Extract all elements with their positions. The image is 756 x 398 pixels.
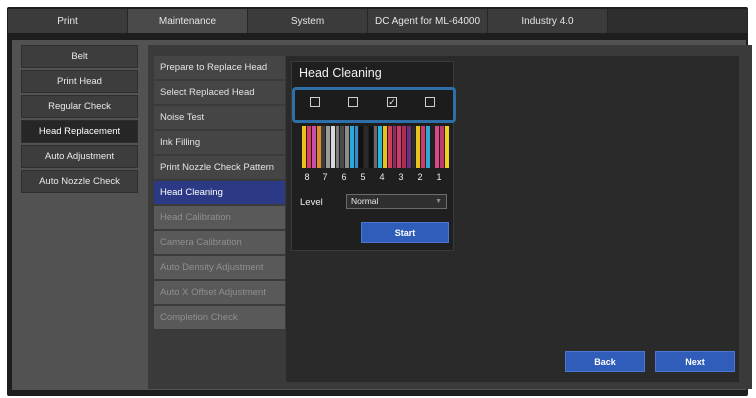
step-label: Camera Calibration	[160, 237, 242, 248]
head-number-7: 7	[322, 172, 328, 182]
left-menu: Belt Print Head Regular Check Head Repla…	[21, 45, 138, 195]
head-checkbox-3[interactable]: ✓	[387, 97, 397, 107]
menu-item-belt[interactable]: Belt	[21, 45, 138, 68]
head-checkbox-1[interactable]	[310, 97, 320, 107]
head-number-5: 5	[360, 172, 366, 182]
level-dropdown[interactable]: Normal ▼	[346, 194, 447, 209]
tab-label: Industry 4.0	[521, 15, 574, 27]
tab-print[interactable]: Print	[8, 9, 128, 33]
level-label: Level	[300, 197, 323, 208]
menu-item-auto-adjustment[interactable]: Auto Adjustment	[21, 145, 138, 168]
chevron-down-icon: ▼	[435, 198, 442, 205]
tab-label: Print	[57, 15, 78, 27]
menu-item-label: Regular Check	[48, 101, 111, 112]
step-label: Head Calibration	[160, 212, 231, 223]
back-button-label: Back	[594, 356, 616, 367]
menu-item-label: Auto Nozzle Check	[39, 176, 120, 187]
tab-bar-filler	[608, 9, 748, 33]
ink-color-bars	[301, 124, 449, 170]
step-auto-density-adjustment: Auto Density Adjustment	[154, 256, 285, 279]
step-noise-test[interactable]: Noise Test	[154, 106, 285, 129]
menu-item-label: Belt	[71, 51, 88, 62]
start-button[interactable]: Start	[361, 222, 449, 243]
step-completion-check: Completion Check	[154, 306, 285, 329]
step-auto-x-offset-adjustment: Auto X Offset Adjustment	[154, 281, 285, 304]
head-checkbox-2[interactable]	[348, 97, 358, 107]
back-button[interactable]: Back	[565, 351, 645, 372]
step-label: Prepare to Replace Head	[160, 62, 268, 73]
tab-label: DC Agent for ML-64000	[374, 15, 481, 27]
head-cleaning-title: Head Cleaning	[299, 66, 382, 80]
menu-item-regular-check[interactable]: Regular Check	[21, 95, 138, 118]
head-number-8: 8	[304, 172, 310, 182]
ink-bars-graphic	[301, 124, 449, 170]
start-button-label: Start	[394, 227, 416, 238]
step-label: Ink Filling	[160, 137, 201, 148]
step-prepare-to-replace-head[interactable]: Prepare to Replace Head	[154, 56, 285, 79]
step-camera-calibration: Camera Calibration	[154, 231, 285, 254]
head-number-3: 3	[398, 172, 404, 182]
step-label: Head Cleaning	[160, 187, 223, 198]
menu-item-label: Head Replacement	[38, 126, 121, 137]
step-label: Completion Check	[160, 312, 238, 323]
top-tab-bar: Print Maintenance System DC Agent for ML…	[8, 9, 748, 33]
step-label: Auto Density Adjustment	[160, 262, 264, 273]
tab-system[interactable]: System	[248, 9, 368, 33]
next-button[interactable]: Next	[655, 351, 735, 372]
step-select-replaced-head[interactable]: Select Replaced Head	[154, 81, 285, 104]
step-label: Noise Test	[160, 112, 205, 123]
tab-industry-4[interactable]: Industry 4.0	[488, 9, 608, 33]
tab-maintenance[interactable]: Maintenance	[128, 9, 248, 33]
menu-item-print-head[interactable]: Print Head	[21, 70, 138, 93]
menu-item-label: Print Head	[57, 76, 102, 87]
head-checkbox-4[interactable]	[425, 97, 435, 107]
tab-label: Maintenance	[158, 15, 217, 27]
tab-dc-agent[interactable]: DC Agent for ML-64000	[368, 9, 488, 33]
step-label: Auto X Offset Adjustment	[160, 287, 266, 298]
head-number-1: 1	[436, 172, 442, 182]
step-head-cleaning[interactable]: Head Cleaning	[154, 181, 285, 204]
menu-item-head-replacement[interactable]: Head Replacement	[21, 120, 138, 143]
head-number-2: 2	[417, 172, 423, 182]
step-head-calibration: Head Calibration	[154, 206, 285, 229]
tab-label: System	[290, 15, 325, 27]
head-number-4: 4	[379, 172, 385, 182]
head-number-6: 6	[341, 172, 347, 182]
level-value: Normal	[351, 196, 379, 206]
step-ink-filling[interactable]: Ink Filling	[154, 131, 285, 154]
step-list: Prepare to Replace Head Select Replaced …	[154, 56, 285, 331]
step-label: Select Replaced Head	[160, 87, 255, 98]
step-print-nozzle-check-pattern[interactable]: Print Nozzle Check Pattern	[154, 156, 285, 179]
menu-item-label: Auto Adjustment	[44, 151, 115, 162]
menu-item-auto-nozzle-check[interactable]: Auto Nozzle Check	[21, 170, 138, 193]
next-button-label: Next	[685, 356, 705, 367]
step-label: Print Nozzle Check Pattern	[160, 162, 275, 173]
